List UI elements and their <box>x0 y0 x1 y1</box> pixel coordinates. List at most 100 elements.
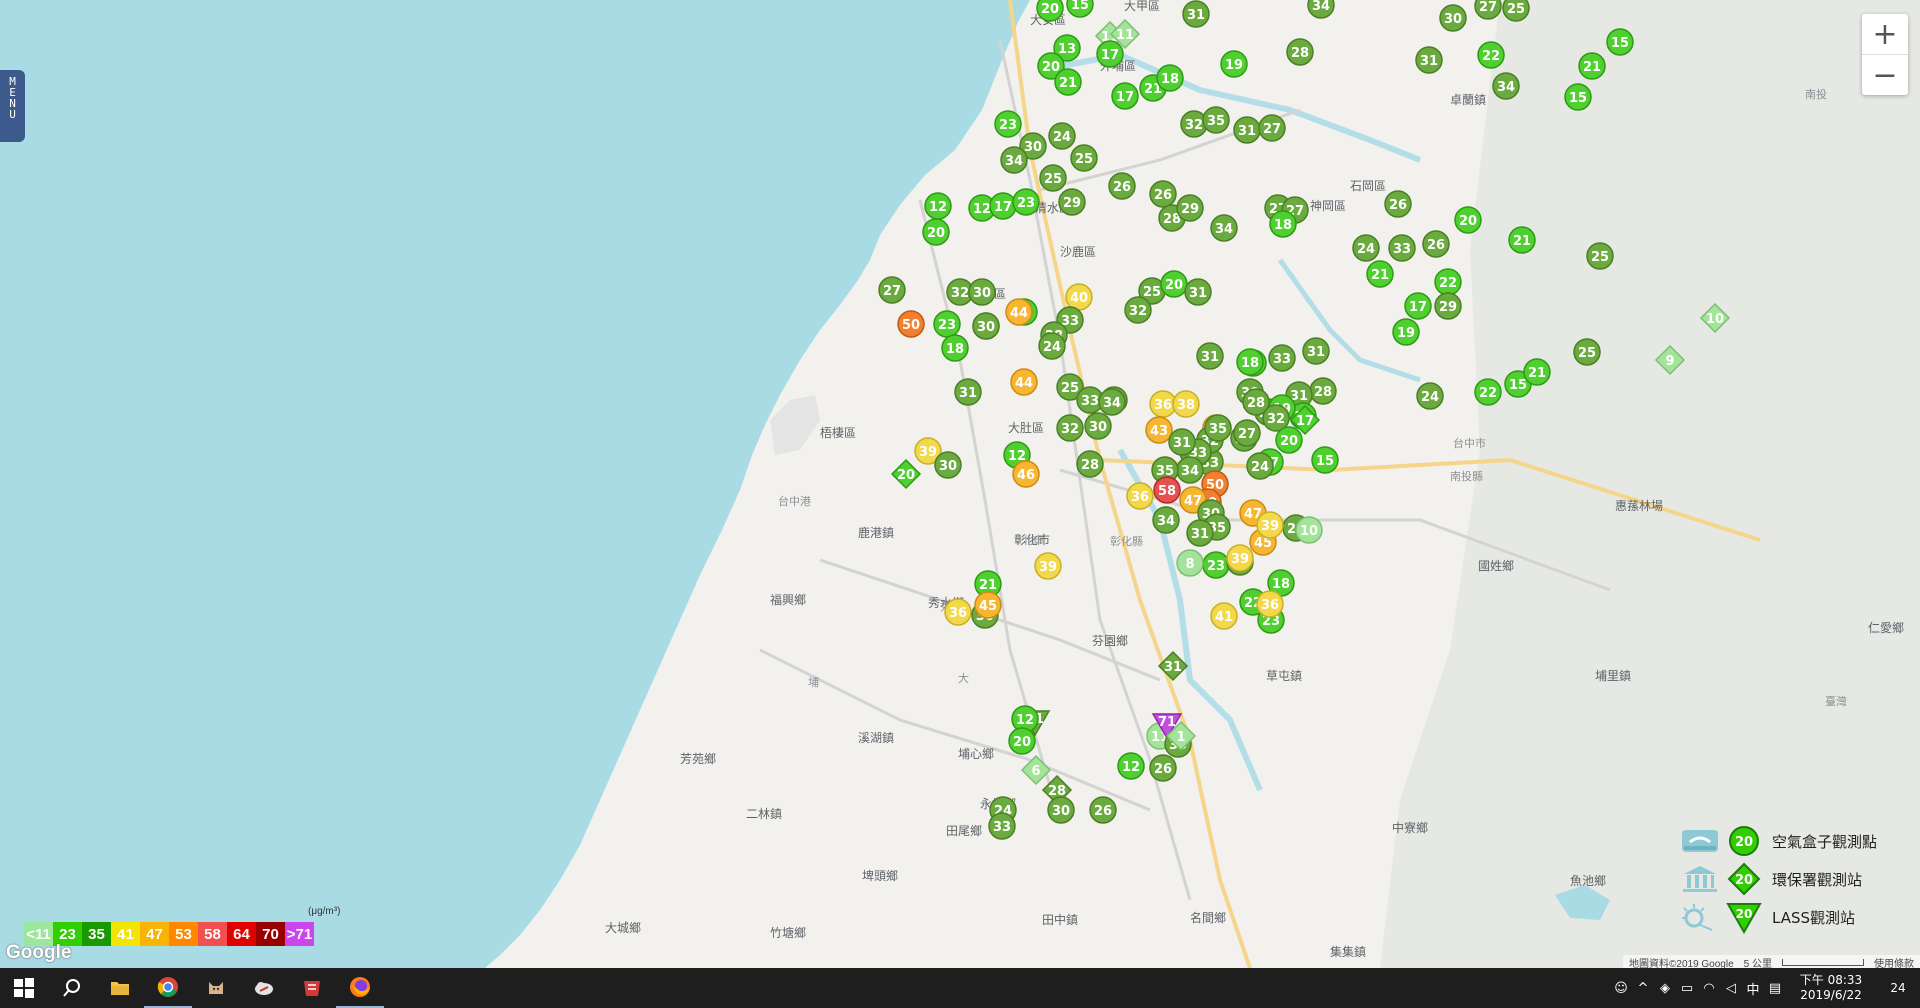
tray-chevron-up-icon[interactable]: ^ <box>1632 981 1654 996</box>
sensor-marker[interactable]: 36 <box>1126 482 1154 510</box>
sensor-marker[interactable]: 10 <box>1295 516 1323 544</box>
sensor-marker[interactable]: 31 <box>954 378 982 406</box>
sensor-marker[interactable]: 58 <box>1153 476 1181 504</box>
sensor-marker[interactable]: 35 <box>1204 414 1232 442</box>
notification-center-button[interactable]: 24 <box>1876 981 1920 995</box>
app-cloud-button[interactable] <box>240 968 288 1008</box>
wifi-icon[interactable]: ◠ <box>1698 981 1720 996</box>
sensor-marker[interactable]: 24 <box>1246 452 1274 480</box>
sensor-marker[interactable]: 17 <box>989 192 1017 220</box>
sensor-marker[interactable]: 21 <box>1508 226 1536 254</box>
sensor-marker[interactable]: 25 <box>1586 242 1614 270</box>
sensor-marker[interactable]: 43 <box>1145 416 1173 444</box>
chrome-button[interactable] <box>144 968 192 1008</box>
sensor-marker[interactable]: 19 <box>1392 318 1420 346</box>
sensor-marker[interactable]: 40 <box>1065 283 1093 311</box>
volume-icon[interactable]: ◁ <box>1720 981 1742 996</box>
sensor-marker[interactable]: 44 <box>1005 298 1033 326</box>
search-button[interactable] <box>48 968 96 1008</box>
sensor-marker[interactable]: 32 <box>1056 414 1084 442</box>
sensor-marker[interactable]: 30 <box>968 278 996 306</box>
sensor-marker[interactable]: 39 <box>1256 511 1284 539</box>
sensor-marker[interactable]: 34 <box>1210 214 1238 242</box>
sensor-marker[interactable]: 50 <box>897 310 925 338</box>
sensor-marker[interactable]: 29 <box>1434 292 1462 320</box>
sensor-marker[interactable]: 27 <box>878 276 906 304</box>
sensor-marker[interactable]: 29 <box>1058 188 1086 216</box>
sensor-marker[interactable]: 44 <box>1010 368 1038 396</box>
sensor-marker[interactable]: 18 <box>1269 210 1297 238</box>
sensor-marker[interactable]: 32 <box>1124 296 1152 324</box>
sensor-marker[interactable]: 15 <box>1606 28 1634 56</box>
sensor-marker[interactable]: 26 <box>1384 190 1412 218</box>
sensor-marker[interactable]: 27 <box>1233 419 1261 447</box>
sensor-marker[interactable]: 8 <box>1176 549 1204 577</box>
sensor-marker[interactable]: 17 <box>1404 292 1432 320</box>
sensor-marker[interactable]: 29 <box>1176 194 1204 222</box>
sensor-marker[interactable]: 34 <box>1000 146 1028 174</box>
sensor-marker[interactable]: 18 <box>1156 64 1184 92</box>
sensor-marker[interactable]: 34 <box>1176 456 1204 484</box>
map-canvas[interactable]: 大甲區大安區外埔區卓蘭鎮石岡區神岡區清水區沙鹿區龍井區梧棲區大肚區鹿港鎮福興鄉秀… <box>0 0 1920 968</box>
sensor-marker[interactable]: 28 <box>1076 450 1104 478</box>
sensor-marker[interactable]: 15 <box>1564 83 1592 111</box>
sensor-marker[interactable]: 17 <box>1111 82 1139 110</box>
sensor-marker[interactable]: 12 <box>1117 752 1145 780</box>
zoom-out-button[interactable]: − <box>1862 55 1908 95</box>
sensor-marker[interactable]: 21 <box>1523 358 1551 386</box>
sensor-marker[interactable]: 19 <box>1220 50 1248 78</box>
sensor-marker[interactable]: 15 <box>1311 446 1339 474</box>
sensor-marker[interactable]: 31 <box>1184 278 1212 306</box>
sensor-marker[interactable]: 24 <box>1352 234 1380 262</box>
sensor-marker[interactable]: 45 <box>974 591 1002 619</box>
sensor-marker[interactable]: 20 <box>1008 727 1036 755</box>
sensor-marker[interactable]: 23 <box>994 110 1022 138</box>
sensor-marker[interactable]: 35 <box>1202 106 1230 134</box>
sensor-marker[interactable]: 30 <box>1047 796 1075 824</box>
sensor-marker[interactable]: 30 <box>1439 4 1467 32</box>
sensor-marker[interactable]: 20 <box>1454 206 1482 234</box>
start-button[interactable] <box>0 968 48 1008</box>
sensor-marker[interactable]: 34 <box>1307 0 1335 19</box>
sensor-marker[interactable]: 21 <box>1578 52 1606 80</box>
sensor-marker[interactable]: 31 <box>1182 0 1210 28</box>
zoom-in-button[interactable]: + <box>1862 14 1908 54</box>
sensor-marker[interactable]: 28 <box>1309 377 1337 405</box>
sensor-marker[interactable]: 20 <box>922 218 950 246</box>
sensor-marker[interactable]: 36 <box>1256 590 1284 618</box>
sensor-marker[interactable]: 18 <box>1236 348 1264 376</box>
sensor-marker[interactable]: 30 <box>972 312 1000 340</box>
sensor-marker[interactable]: 17 <box>1096 40 1124 68</box>
app-cat-button[interactable] <box>192 968 240 1008</box>
sensor-marker[interactable]: 31 <box>1233 116 1261 144</box>
sensor-marker[interactable]: 26 <box>1149 180 1177 208</box>
sensor-marker[interactable]: 25 <box>1039 164 1067 192</box>
sensor-marker[interactable]: 23 <box>933 310 961 338</box>
sensor-marker[interactable]: 34 <box>1152 506 1180 534</box>
sensor-marker[interactable]: 28 <box>1286 38 1314 66</box>
sensor-marker[interactable]: 25 <box>1573 338 1601 366</box>
sensor-marker[interactable]: 31 <box>1186 519 1214 547</box>
sensor-marker[interactable]: 41 <box>1210 602 1238 630</box>
sensor-marker[interactable]: 24 <box>1038 332 1066 360</box>
sensor-marker[interactable]: 20 <box>1160 270 1188 298</box>
sensor-marker[interactable]: 22 <box>1434 268 1462 296</box>
app-red-button[interactable] <box>288 968 336 1008</box>
sensor-marker[interactable]: 26 <box>1149 754 1177 782</box>
input-mode-icon[interactable]: ▤ <box>1764 981 1786 996</box>
clock[interactable]: 下午 08:33 2019/6/22 <box>1786 973 1876 1003</box>
sensor-marker[interactable]: 39 <box>1226 544 1254 572</box>
sensor-marker[interactable]: 23 <box>1202 551 1230 579</box>
sensor-marker[interactable]: 46 <box>1012 460 1040 488</box>
sensor-marker[interactable]: 12 <box>924 192 952 220</box>
sensor-marker[interactable]: 30 <box>934 451 962 479</box>
sensor-marker[interactable]: 26 <box>1108 172 1136 200</box>
sensor-marker[interactable]: 26 <box>1089 796 1117 824</box>
sensor-marker[interactable]: 36 <box>944 598 972 626</box>
sensor-marker[interactable]: 23 <box>1012 188 1040 216</box>
people-icon[interactable]: ☺ <box>1610 981 1632 996</box>
sensor-marker[interactable]: 31 <box>1302 337 1330 365</box>
sensor-marker[interactable]: 24 <box>1048 122 1076 150</box>
sensor-marker[interactable]: 18 <box>941 334 969 362</box>
sensor-marker[interactable]: 34 <box>1492 72 1520 100</box>
